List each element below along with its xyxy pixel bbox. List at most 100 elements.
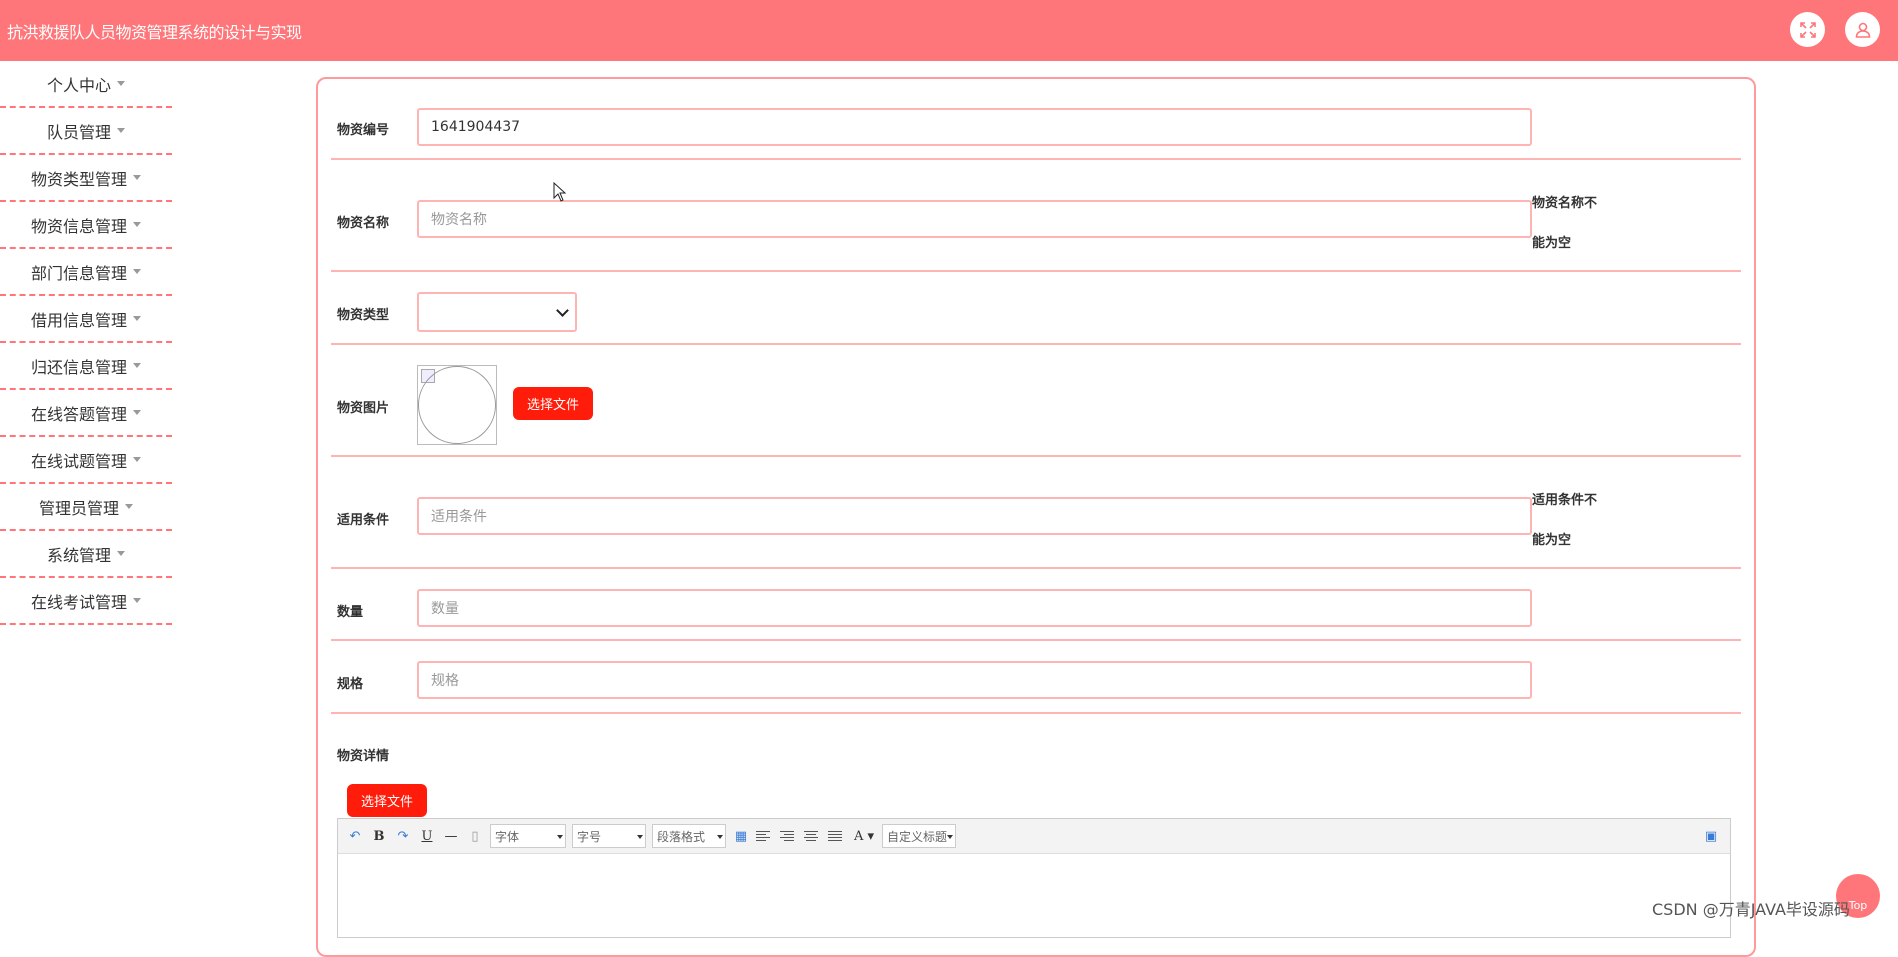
caret-down-icon	[117, 551, 125, 556]
form-row-spec: 规格 规格	[331, 641, 1741, 714]
font-size-select[interactable]: 字号	[572, 824, 646, 848]
sidebar-item-online-exam-management[interactable]: 在线考试管理	[0, 578, 172, 625]
sidebar-item-label: 借用信息管理	[30, 310, 127, 330]
rich-text-editor[interactable]: ↶ B ↷ U — ▯ 字体 字号 段落格式 ▦ A ▾ 自定义标题 ▣	[337, 818, 1731, 938]
detail-label: 物资详情	[337, 749, 390, 764]
sidebar-item-label: 在线答题管理	[30, 404, 127, 424]
sidebar-item-online-question-management[interactable]: 在线试题管理	[0, 437, 172, 484]
sidebar-item-label: 队员管理	[46, 122, 111, 142]
choose-detail-file-button[interactable]: 选择文件	[347, 784, 427, 817]
name-input[interactable]: 物资名称	[417, 200, 1532, 238]
paragraph-format-select[interactable]: 段落格式	[652, 824, 726, 848]
form-row-name: 物资名称 物资名称 物资名称不 能为空	[331, 160, 1741, 272]
caret-down-icon	[133, 363, 141, 368]
sidebar-item-material-type-management[interactable]: 物资类型管理	[0, 155, 172, 202]
sidebar-item-return-management[interactable]: 归还信息管理	[0, 343, 172, 390]
sidebar-item-system-management[interactable]: 系统管理	[0, 531, 172, 578]
caret-down-icon	[133, 457, 141, 462]
material-image-preview	[417, 365, 497, 445]
user-profile-button[interactable]	[1845, 12, 1880, 47]
spec-input[interactable]: 规格	[417, 661, 1532, 699]
font-size-select-label: 字号	[577, 829, 602, 844]
custom-title-select[interactable]: 自定义标题	[882, 824, 956, 848]
custom-title-select-label: 自定义标题	[887, 829, 948, 844]
align-left-icon[interactable]	[756, 830, 774, 842]
quantity-input[interactable]: 数量	[417, 589, 1532, 627]
caret-down-icon	[133, 175, 141, 180]
undo-icon[interactable]: ↶	[346, 829, 364, 844]
sidebar-item-label: 管理员管理	[38, 498, 119, 518]
font-family-select[interactable]: 字体	[490, 824, 566, 848]
fullscreen-icon	[1799, 21, 1816, 38]
form-row-code: 物资编号 1641904437	[331, 90, 1741, 160]
sidebar-item-borrow-management[interactable]: 借用信息管理	[0, 296, 172, 343]
sidebar-item-label: 归还信息管理	[30, 357, 127, 377]
caret-down-icon	[117, 128, 125, 133]
type-select[interactable]	[417, 292, 577, 332]
form-row-type: 物资类型	[331, 272, 1741, 345]
name-label: 物资名称	[337, 216, 390, 231]
sidebar-item-personal-center[interactable]: 个人中心	[0, 61, 172, 108]
condition-label: 适用条件	[337, 513, 390, 528]
font-color-icon[interactable]: A ▾	[852, 829, 876, 844]
sidebar-item-admin-management[interactable]: 管理员管理	[0, 484, 172, 531]
dropdown-arrow-icon	[637, 835, 643, 839]
type-label: 物资类型	[337, 308, 390, 323]
table-icon[interactable]: ▦	[732, 829, 750, 844]
dropdown-arrow-icon	[717, 835, 723, 839]
caret-down-icon	[133, 222, 141, 227]
name-error-message-cont: 能为空	[1532, 236, 1572, 251]
underline-icon[interactable]: U	[418, 829, 436, 844]
caret-down-icon	[133, 316, 141, 321]
source-view-icon[interactable]: ▣	[1702, 829, 1720, 844]
sidebar-item-member-management[interactable]: 队员管理	[0, 108, 172, 155]
fullscreen-button[interactable]	[1790, 12, 1825, 47]
sidebar-item-online-answer-management[interactable]: 在线答题管理	[0, 390, 172, 437]
condition-error-message: 适用条件不	[1532, 493, 1598, 508]
condition-input[interactable]: 适用条件	[417, 497, 1532, 535]
bold-icon[interactable]: B	[370, 829, 388, 844]
app-title: 抗洪救援队人员物资管理系统的设计与实现	[7, 23, 302, 42]
form-row-condition: 适用条件 适用条件 适用条件不 能为空	[331, 457, 1741, 569]
sidebar-item-label: 部门信息管理	[30, 263, 127, 283]
caret-down-icon	[133, 269, 141, 274]
condition-error-message-cont: 能为空	[1532, 533, 1572, 548]
sidebar-item-label: 物资类型管理	[30, 169, 127, 189]
editor-toolbar: ↶ B ↷ U — ▯ 字体 字号 段落格式 ▦ A ▾ 自定义标题 ▣	[338, 819, 1730, 854]
sidebar-item-material-info-management[interactable]: 物资信息管理	[0, 202, 172, 249]
choose-image-file-button[interactable]: 选择文件	[513, 387, 593, 420]
watermark-text: CSDN @万青JAVA毕设源码	[1652, 900, 1850, 919]
caret-down-icon	[117, 81, 125, 86]
top-bar: 抗洪救援队人员物资管理系统的设计与实现	[0, 0, 1898, 61]
sidebar-item-label: 系统管理	[46, 545, 111, 565]
sidebar-item-department-management[interactable]: 部门信息管理	[0, 249, 172, 296]
align-center-icon[interactable]	[804, 830, 822, 842]
image-label: 物资图片	[337, 401, 390, 416]
chevron-down-icon	[556, 304, 569, 317]
align-justify-icon[interactable]	[828, 830, 846, 842]
sidebar-menu: 个人中心 队员管理 物资类型管理 物资信息管理 部门信息管理 借用信息管理 归还…	[0, 61, 172, 625]
dropdown-arrow-icon	[947, 835, 953, 839]
image-circle-frame	[418, 366, 496, 444]
code-label: 物资编号	[337, 123, 390, 138]
sidebar-item-label: 物资信息管理	[30, 216, 127, 236]
sidebar-item-label: 在线考试管理	[30, 592, 127, 612]
name-error-message: 物资名称不	[1532, 196, 1598, 211]
horizontal-rule-icon[interactable]: —	[442, 829, 460, 844]
form-row-quantity: 数量 数量	[331, 569, 1741, 641]
redo-icon[interactable]: ↷	[394, 829, 412, 844]
dropdown-arrow-icon	[557, 835, 563, 839]
form-row-image: 物资图片 选择文件	[331, 345, 1741, 457]
caret-down-icon	[133, 410, 141, 415]
document-icon[interactable]: ▯	[466, 829, 484, 844]
user-icon	[1855, 22, 1870, 38]
sidebar-item-label: 个人中心	[46, 75, 111, 95]
font-family-select-label: 字体	[495, 829, 520, 844]
caret-down-icon	[133, 598, 141, 603]
quantity-label: 数量	[337, 605, 364, 620]
paragraph-format-select-label: 段落格式	[657, 829, 706, 844]
code-input[interactable]: 1641904437	[417, 108, 1532, 146]
caret-down-icon	[125, 504, 133, 509]
align-right-icon[interactable]	[780, 830, 798, 842]
sidebar-item-label: 在线试题管理	[30, 451, 127, 471]
